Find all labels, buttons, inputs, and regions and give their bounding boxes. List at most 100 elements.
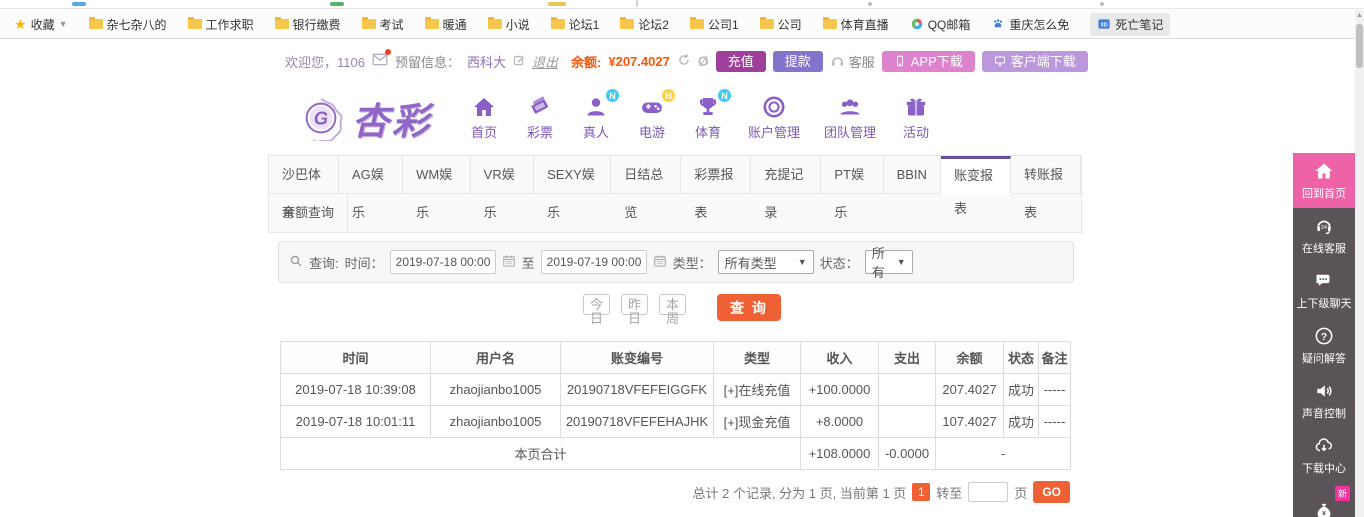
sidebar-item-0[interactable]: 回到首页 [1293, 153, 1355, 208]
tab[interactable]: BBIN [884, 156, 941, 193]
scrollbar[interactable]: ▲ [1355, 10, 1364, 517]
tab[interactable]: 充提记录 [751, 156, 822, 220]
week-button[interactable]: 本周 [659, 294, 686, 326]
bookmark-link[interactable]: 重庆怎么免 [991, 16, 1069, 33]
favorites-menu[interactable]: ★ 收藏 ▼ [14, 16, 68, 33]
star-icon: ★ [14, 16, 27, 32]
nav-item-trophy[interactable]: 体育 N [692, 89, 731, 141]
tab[interactable]: 日结总览 [611, 156, 682, 220]
bookmark-folder[interactable]: 小说 [487, 16, 530, 33]
scroll-up-arrow-icon[interactable]: ▲ [1355, 10, 1364, 22]
nav-item-gift[interactable]: 活动 [900, 95, 932, 141]
go-button[interactable]: GO [1033, 481, 1070, 503]
today-button[interactable]: 今日 [583, 294, 610, 326]
mail-icon[interactable] [372, 49, 391, 69]
favorites-label: 收藏 [30, 17, 55, 32]
mail-notification-dot [384, 49, 391, 55]
tab[interactable]: 转账报表 [1011, 156, 1081, 220]
chrome-artifact [1100, 2, 1104, 6]
main-nav: 首页 彩票 真人 N 电游 H 体育 N 账户管理 团队管理 活动 [468, 89, 932, 141]
logo-emblem-icon: G [298, 95, 344, 141]
folder-icon [487, 17, 502, 29]
status-select[interactable]: 所有 ▼ [864, 246, 913, 280]
chrome-artifact [330, 2, 344, 6]
time-from-input[interactable] [389, 250, 496, 274]
sidebar-item-3[interactable]: ? 疑问解答 [1293, 318, 1355, 373]
edit-icon[interactable] [513, 54, 525, 69]
scrollbar-thumb[interactable] [1356, 24, 1363, 68]
person-icon [584, 95, 608, 119]
bookmark-folder[interactable]: 暖通 [424, 16, 467, 33]
calendar-icon[interactable] [502, 254, 516, 271]
current-page-box[interactable]: 1 [912, 483, 931, 501]
recharge-button[interactable]: 充值 [715, 50, 766, 72]
sidebar-item-4[interactable]: 声音控制 [1293, 373, 1355, 428]
bookmark-folder[interactable]: 银行缴费 [274, 16, 341, 33]
bookmark-folder[interactable]: 论坛2 [620, 16, 669, 33]
folder-icon [424, 17, 439, 29]
status-label: 状态： [819, 255, 859, 271]
client-download-button[interactable]: 客户端下载 [981, 50, 1088, 72]
bookmark-folder[interactable]: 体育直播 [822, 16, 889, 33]
tab-row-1: 沙巴体育 AG娱乐 WM娱乐 VR娱乐 SEXY娱乐 日结总览 彩票报表 充提记录 PT娱乐 BB… [269, 156, 1081, 220]
phone-icon [894, 55, 906, 67]
calendar-icon[interactable] [653, 254, 667, 271]
hide-balance-icon[interactable]: Ø [698, 53, 709, 69]
column-header: 备注 [1038, 341, 1071, 374]
sidebar-item-5[interactable]: 下载中心 [1293, 428, 1355, 483]
browser-chrome-strip [0, 0, 1364, 9]
nav-item-person[interactable]: 真人 N [580, 89, 619, 141]
paw-icon [991, 17, 1005, 31]
goto-page-input[interactable] [968, 482, 1009, 502]
logo-text: 杏彩 [352, 101, 432, 142]
tab[interactable]: WM娱乐 [403, 156, 471, 220]
yesterday-button[interactable]: 昨日 [621, 294, 648, 326]
nav-item-team[interactable]: 团队管理 [824, 95, 876, 141]
tab[interactable]: PT娱乐 [821, 156, 884, 220]
query-label: 查询: [309, 255, 339, 271]
refresh-icon[interactable] [677, 53, 691, 70]
sidebar-item[interactable]: ¥ 新 [1293, 483, 1355, 517]
tab[interactable]: SEXY娱乐 [534, 156, 612, 220]
customer-service-link[interactable]: 客服 [830, 52, 875, 71]
site-logo[interactable]: G 杏彩 [298, 91, 432, 145]
tab[interactable]: 余额查询 [269, 194, 349, 232]
nav-item-ticket[interactable]: 彩票 [524, 95, 556, 141]
tab[interactable]: 沙巴体育 [269, 156, 340, 220]
nav-item-home[interactable]: 首页 [468, 95, 500, 141]
folder-icon [759, 17, 774, 29]
bookmark-folder[interactable]: 工作求职 [187, 16, 254, 33]
type-select[interactable]: 所有类型 ▼ [717, 250, 814, 274]
folder-icon [620, 17, 635, 29]
tab[interactable]: 账变报表 [940, 156, 1011, 216]
monitor-icon [994, 55, 1006, 67]
svg-text:¥: ¥ [1322, 510, 1326, 517]
logout-link[interactable]: 退出 [532, 52, 558, 71]
svg-text:24: 24 [1321, 225, 1327, 231]
bookmark-folder[interactable]: 论坛1 [550, 16, 599, 33]
nav-item-gamepad[interactable]: 电游 H [636, 89, 675, 141]
note-icon: XD [1097, 17, 1111, 31]
sidebar-item-2[interactable]: 上下级聊天 [1293, 263, 1355, 318]
withdraw-button[interactable]: 提款 [772, 50, 823, 72]
to-label: 至 [521, 255, 535, 271]
bookmark-folder[interactable]: 考试 [361, 16, 404, 33]
bookmark-folder[interactable]: 公司1 [689, 16, 739, 33]
bookmark-link[interactable]: XD 死亡笔记 [1090, 12, 1171, 36]
bookmark-link[interactable]: QQ邮箱 [910, 16, 970, 33]
app-download-button[interactable]: APP下载 [881, 50, 975, 72]
time-to-input[interactable] [540, 250, 647, 274]
gift-icon [904, 95, 928, 119]
search-submit-button[interactable]: 查 询 [717, 294, 781, 321]
cell-type: [+]现金充值 [713, 405, 801, 438]
chevron-down-icon: ▼ [58, 19, 68, 29]
bookmark-folder[interactable]: 杂七杂八的 [88, 16, 167, 33]
tab[interactable]: 彩票报表 [681, 156, 752, 220]
sidebar-item-1[interactable]: 24 在线客服 [1293, 208, 1355, 263]
tab[interactable]: AG娱乐 [339, 156, 404, 220]
reserved-info-label: 预留信息： [394, 54, 460, 70]
bookmark-folder[interactable]: 公司 [759, 16, 802, 33]
nav-item-account[interactable]: 账户管理 [748, 95, 800, 141]
table-row: 2019-07-18 10:39:08 zhaojianbo1005 2019071… [280, 373, 1071, 406]
tab[interactable]: VR娱乐 [471, 156, 535, 220]
